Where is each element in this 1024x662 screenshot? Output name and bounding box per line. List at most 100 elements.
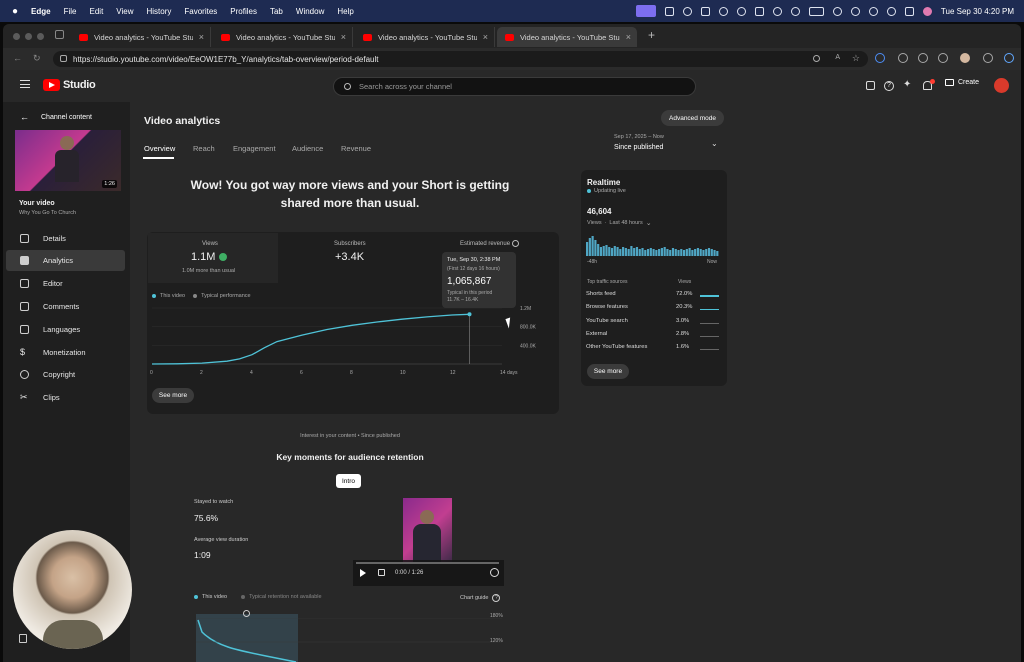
address-bar[interactable]: https://studio.youtube.com/video/EeOW1E7… — [53, 51, 868, 67]
create-label: Create — [958, 79, 980, 86]
retention-curve[interactable] — [196, 618, 506, 662]
menu-app-name[interactable]: Edge — [31, 7, 51, 16]
realtime-bar — [688, 248, 691, 256]
see-more-button[interactable]: See more — [152, 388, 194, 403]
extension-icon[interactable] — [875, 53, 885, 63]
tab-overview[interactable]: Overview — [144, 144, 175, 153]
tab-engagement[interactable]: Engagement — [233, 144, 276, 153]
refresh-icon[interactable]: ↻ — [33, 53, 41, 64]
menubar-clock[interactable]: Tue Sep 30 4:20 PM — [941, 7, 1014, 16]
feedback-icon[interactable] — [866, 81, 875, 90]
tab-revenue[interactable]: Revenue — [341, 144, 371, 153]
battery-icon[interactable] — [808, 6, 824, 16]
cast-icon[interactable] — [664, 6, 674, 16]
back-to-channel-content[interactable]: ← Channel content — [20, 112, 92, 122]
apple-icon[interactable]: ● — [12, 6, 18, 17]
realtime-bar-chart[interactable] — [586, 232, 719, 256]
grid-icon[interactable] — [700, 6, 710, 16]
close-tab-icon[interactable]: × — [626, 32, 631, 42]
browser-tab-1[interactable]: Video analytics - YouTube Studi × — [71, 27, 211, 47]
info-icon[interactable] — [512, 240, 519, 247]
minimize-window-icon[interactable] — [25, 33, 32, 40]
site-info-icon[interactable] — [60, 55, 67, 62]
reload-ext-icon[interactable] — [918, 53, 928, 63]
siri-icon[interactable] — [922, 6, 932, 16]
video-preview[interactable] — [403, 498, 452, 564]
menu-view[interactable]: View — [116, 7, 133, 16]
sidebar-item-details[interactable]: Details — [6, 228, 125, 249]
hamburger-menu-icon[interactable] — [20, 80, 30, 88]
volume-icon[interactable] — [378, 569, 385, 576]
copilot-icon[interactable] — [1004, 53, 1014, 63]
sparkle-icon[interactable]: ✦ — [903, 79, 911, 90]
tab-audience[interactable]: Audience — [292, 144, 323, 153]
moon-icon[interactable] — [868, 6, 878, 16]
menu-history[interactable]: History — [147, 7, 172, 16]
clock-icon[interactable] — [772, 6, 782, 16]
at-icon[interactable] — [682, 6, 692, 16]
x-tick-label: 0 — [150, 370, 153, 376]
close-tab-icon[interactable]: × — [483, 32, 488, 42]
chart-guide-link[interactable]: Chart guide ? — [460, 594, 501, 602]
channel-avatar[interactable] — [994, 78, 1009, 93]
new-tab-icon[interactable]: + — [648, 28, 655, 42]
favorites-icon[interactable] — [898, 53, 908, 63]
sync-icon[interactable] — [736, 6, 746, 16]
advanced-mode-button[interactable]: Advanced mode — [661, 110, 724, 126]
channel-search-input[interactable]: Search across your channel — [333, 77, 696, 96]
close-window-icon[interactable] — [13, 33, 20, 40]
chevron-down-icon[interactable]: ⌄ — [711, 139, 718, 148]
intro-moment-chip[interactable]: Intro — [336, 474, 361, 488]
period-selector[interactable]: Since published — [614, 144, 663, 151]
menu-profiles[interactable]: Profiles — [230, 7, 257, 16]
tab-actions-icon[interactable] — [55, 30, 64, 39]
sidebar-item-editor[interactable]: Editor — [6, 273, 125, 294]
book-icon[interactable] — [19, 634, 27, 643]
browser-tab-4[interactable]: Video analytics - YouTube Studi × — [497, 27, 637, 47]
zoom-icon[interactable] — [813, 55, 820, 62]
menu-favorites[interactable]: Favorites — [184, 7, 217, 16]
more-menu-icon[interactable] — [983, 53, 993, 63]
retention-marker-icon[interactable] — [243, 610, 250, 617]
settings-gear-icon[interactable] — [490, 568, 499, 577]
play-icon[interactable] — [832, 6, 842, 16]
create-button[interactable]: Create — [945, 79, 979, 86]
sidebar-item-copyright[interactable]: Copyright — [6, 364, 125, 385]
play-icon[interactable] — [360, 569, 366, 577]
browser-tab-2[interactable]: Video analytics - YouTube Studi × — [213, 27, 353, 47]
screen-recorder-icon[interactable] — [635, 5, 656, 17]
sidebar-item-analytics[interactable]: Analytics — [6, 250, 125, 271]
player-progress-bar[interactable] — [356, 562, 499, 564]
favorite-star-icon[interactable]: ☆ — [852, 53, 860, 64]
realtime-see-more-button[interactable]: See more — [587, 364, 629, 379]
menu-window[interactable]: Window — [296, 7, 324, 16]
tab-reach[interactable]: Reach — [193, 144, 215, 153]
sidebar-item-languages[interactable]: Languages — [6, 319, 125, 340]
half-circle-icon[interactable] — [718, 6, 728, 16]
views-line-chart[interactable]: 1.2M 800.0K 400.0K 0 2 4 6 8 10 12 14 days — [147, 300, 537, 380]
help-icon[interactable]: ? — [884, 81, 894, 91]
sidebar-item-monetization[interactable]: $ Monetization — [6, 342, 125, 363]
read-aloud-icon[interactable]: A — [835, 54, 840, 61]
wifi-icon[interactable] — [850, 6, 860, 16]
back-arrow-icon[interactable]: ← — [13, 53, 22, 63]
realtime-period[interactable]: Views · Last 48 hours ⌄ — [587, 219, 652, 227]
zoom-window-icon[interactable] — [37, 33, 44, 40]
sidebar-item-comments[interactable]: Comments — [6, 296, 125, 317]
collections-icon[interactable] — [938, 53, 948, 63]
control-center-icon[interactable] — [904, 6, 914, 16]
history-icon[interactable] — [790, 6, 800, 16]
profile-avatar[interactable] — [960, 53, 970, 63]
shield-icon[interactable] — [754, 6, 764, 16]
menu-help[interactable]: Help — [337, 7, 353, 16]
studio-logo[interactable]: Studio — [43, 79, 96, 91]
close-tab-icon[interactable]: × — [199, 32, 204, 42]
sidebar-item-clips[interactable]: ✂ Clips — [6, 387, 125, 408]
menu-tab[interactable]: Tab — [270, 7, 283, 16]
close-tab-icon[interactable]: × — [341, 32, 346, 42]
menu-edit[interactable]: Edit — [90, 7, 104, 16]
menu-file[interactable]: File — [64, 7, 77, 16]
browser-tab-3[interactable]: Video analytics - YouTube Studi × — [355, 27, 495, 47]
video-thumbnail[interactable]: 1:26 — [15, 130, 121, 191]
search-icon[interactable] — [886, 6, 896, 16]
